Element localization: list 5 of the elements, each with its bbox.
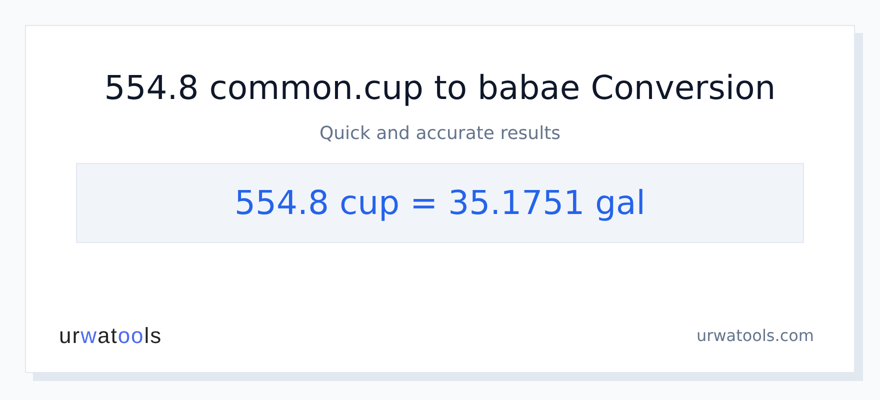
site-url: urwatools.com: [696, 324, 814, 346]
subtitle: Quick and accurate results: [319, 122, 561, 146]
page-title: 554.8 common.cup to babae Conversion: [104, 68, 776, 108]
logo: urwatools: [59, 322, 162, 350]
conversion-result: 554.8 cup = 35.1751 gal: [76, 162, 804, 243]
